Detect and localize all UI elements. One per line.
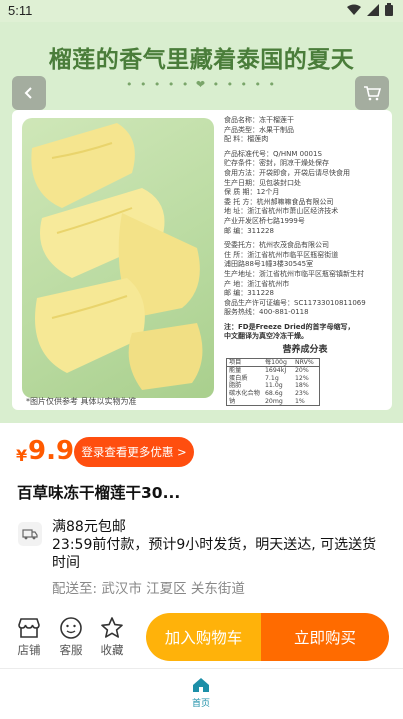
- nutrition-cell: 18%: [295, 382, 309, 390]
- action-bar: 店铺 客服 收藏 加入购物车 立即购买: [0, 608, 403, 668]
- nutrition-header-cell: 项目: [229, 358, 242, 366]
- product-info-panel: 食品名称：冻干榴莲干 产品类型：水果干制品 配 料：榴莲肉 产品标准代号：Q/H…: [224, 116, 386, 407]
- image-disclaimer: *图片仅供参考 具体以实物为准: [26, 397, 137, 406]
- favorite-button[interactable]: 收藏: [95, 614, 129, 658]
- price-value: 9.9: [28, 436, 75, 466]
- nutrition-cell: 68.6g: [265, 390, 283, 398]
- info-row: 地 址：浙江省杭州市萧山区经济技术: [224, 207, 339, 216]
- nutrition-cell: 20mg: [265, 397, 283, 405]
- nutrition-row: 脂肪 11.0g 18%: [227, 382, 319, 390]
- store-button[interactable]: 店铺: [12, 614, 46, 658]
- nutrition-cell: 碳水化合物: [229, 390, 260, 398]
- nutrition-cell: 1694kJ: [265, 367, 287, 375]
- login-promo-button[interactable]: 登录查看更多优惠 >: [74, 437, 194, 467]
- info-row: 食品生产许可证编号：SC11733010811069: [224, 298, 366, 307]
- info-row: 邮 编：311228: [224, 226, 274, 235]
- info-row: 保 质 期：12个月: [224, 188, 280, 197]
- customer-service-button[interactable]: 客服: [54, 614, 88, 658]
- truck-icon: [18, 522, 42, 546]
- info-row: 住 所：浙江省杭州市临平区瓶窑街道: [224, 250, 339, 259]
- nutrition-cell: 钠: [229, 397, 236, 405]
- info-row: 委 托 方：杭州郝嘛嘛食品有限公司: [224, 197, 334, 206]
- nutrition-row: 碳水化合物 68.6g 23%: [227, 390, 319, 398]
- cart-button[interactable]: [355, 76, 389, 110]
- delivery-address[interactable]: 配送至: 武汉市 江夏区 关东街道: [52, 577, 245, 597]
- nutrition-cell: 7.1g: [265, 374, 279, 382]
- info-row: 产 地：浙江省杭州市: [224, 279, 290, 288]
- info-row: 生产日期：见包装封口处: [224, 178, 301, 187]
- banner-headline: 榴莲的香气里藏着泰国的夏天: [48, 47, 355, 73]
- price-currency: ¥: [16, 446, 28, 465]
- shipping-text: 满88元包邮 23:59前付款，预计9小时发货，明天送达, 可选送货时间: [52, 518, 382, 572]
- durian-photo: [22, 118, 214, 398]
- favorite-label: 收藏: [100, 643, 124, 657]
- info-row: 服务热线：400-881-0118: [224, 308, 309, 317]
- info-row: 食品名称：冻干榴莲干: [224, 116, 294, 124]
- product-title: 百草味冻干榴莲干30...: [17, 484, 181, 502]
- durian-pieces-illustration: [31, 123, 203, 390]
- nutrition-cell: 11.0g: [265, 382, 283, 390]
- tab-home-label: 首页: [191, 699, 210, 709]
- status-time: 5:11: [8, 3, 33, 18]
- nutrition-cell: 23%: [295, 390, 309, 398]
- info-row: 生产地址：浙江省杭州市临平区瓶窑镇新生村: [224, 269, 364, 278]
- nutrition-cell: 1%: [295, 397, 305, 405]
- nutrition-row: 钠 20mg 1%: [227, 398, 319, 406]
- delivery-estimate: 23:59前付款，预计9小时发货，明天送达, 可选送货时间: [52, 537, 377, 571]
- nutrition-table: 项目 每100g NRV% 能量 1694kJ 20% 蛋白质 7.1g 12%…: [226, 357, 320, 407]
- customer-service-icon: [54, 614, 88, 642]
- free-shipping-threshold: 满88元包邮: [52, 519, 126, 535]
- info-row: 受委托方：杭州农茂食品有限公司: [224, 241, 329, 250]
- info-row: 邮 编：311228: [224, 289, 274, 298]
- info-row: 贮存条件：密封，阴凉干燥处保存: [224, 159, 329, 168]
- status-icons: [347, 3, 393, 16]
- banner-ornament: • • • • • ❤ • • • • •: [125, 78, 278, 91]
- info-row: 产品标准代号：Q/HNM 0001S: [224, 149, 322, 158]
- price-row: ¥ 9.9 登录查看更多优惠 >: [0, 430, 403, 474]
- chevron-left-icon: [24, 87, 32, 99]
- buy-now-button[interactable]: 立即购买: [261, 613, 389, 661]
- nutrition-header-row: 项目 每100g NRV%: [227, 359, 319, 368]
- product-label-card: 食品名称：冻干榴莲干 产品类型：水果干制品 配 料：榴莲肉 产品标准代号：Q/H…: [12, 110, 392, 410]
- purchase-actions: 加入购物车 立即购买: [146, 613, 389, 661]
- fd-note: 中文翻译为真空冷冻干燥。: [224, 332, 308, 341]
- info-row: 浦田路88号1幢3楼30545室: [224, 260, 314, 269]
- fd-note: 注：FD是Freeze Dried的首字母缩写，: [224, 322, 355, 331]
- nutrition-header-cell: 每100g: [265, 358, 287, 366]
- bottom-tab-bar: 首页: [0, 668, 403, 719]
- store-icon: [12, 614, 46, 642]
- info-row: 产业开发区桥七路1999号: [224, 216, 305, 225]
- wifi-icon: [347, 4, 361, 15]
- nutrition-row: 能量 1694kJ 20%: [227, 367, 319, 375]
- nutrition-cell: 脂肪: [229, 382, 242, 390]
- signal-icon: [367, 3, 379, 16]
- nutrition-title: 营养成分表: [282, 345, 328, 356]
- star-icon: [95, 614, 129, 642]
- customer-service-label: 客服: [59, 643, 83, 657]
- store-label: 店铺: [17, 643, 41, 657]
- add-to-cart-button[interactable]: 加入购物车: [146, 613, 261, 661]
- nutrition-cell: 12%: [295, 374, 309, 382]
- home-icon: [193, 678, 209, 692]
- info-row: 食用方法：开袋即食，开袋后请尽快食用: [224, 168, 350, 177]
- back-button[interactable]: [12, 76, 46, 110]
- nutrition-header-cell: NRV%: [295, 358, 314, 366]
- tab-home[interactable]: 首页: [185, 677, 217, 709]
- info-row: 产品类型：水果干制品: [224, 125, 294, 134]
- product-image-banner[interactable]: 榴莲的香气里藏着泰国的夏天 • • • • • ❤ • • • • • 食品名称…: [0, 22, 403, 423]
- info-row: 配 料：榴莲肉: [224, 135, 269, 144]
- cart-icon: [364, 86, 381, 101]
- nutrition-cell: 能量: [229, 367, 242, 375]
- battery-icon: [385, 3, 393, 16]
- nutrition-cell: 20%: [295, 367, 309, 375]
- status-bar: 5:11: [0, 0, 403, 22]
